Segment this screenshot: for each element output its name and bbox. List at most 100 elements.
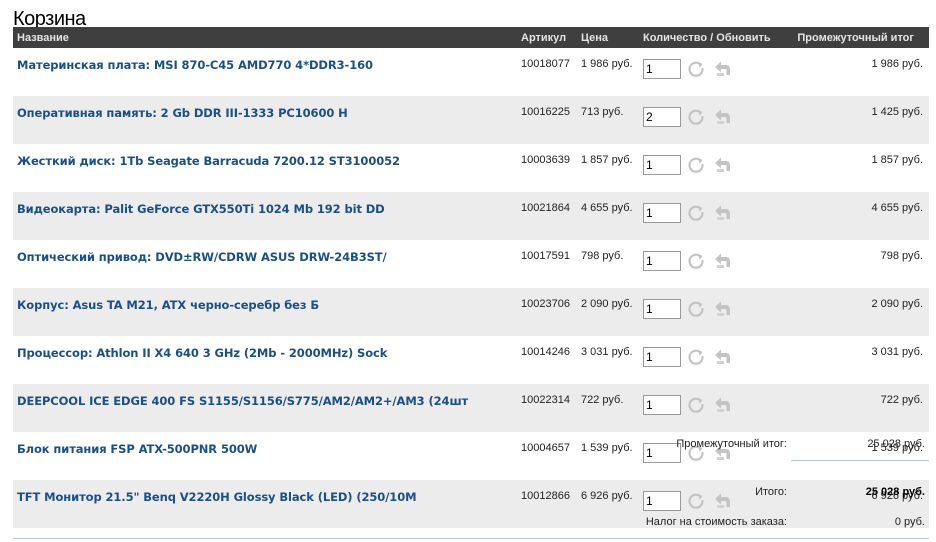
product-link[interactable]: Блок питания FSP ATX-500PNR 500W [17, 442, 521, 456]
product-link[interactable]: Оперативная память: 2 Gb DDR III-1333 PC… [17, 106, 521, 120]
cell-subtotal: 3 031 руб. [871, 346, 923, 358]
refresh-icon[interactable] [685, 394, 707, 416]
cell-sku: 10017591 [521, 250, 570, 262]
quantity-input[interactable] [643, 107, 681, 127]
cell-product: TFT Монитор 21.5" Benq V2220H Glossy Bla… [13, 480, 521, 528]
cell-price: 1 986 руб. [581, 58, 633, 70]
remove-arrow-icon[interactable] [711, 58, 733, 80]
cell-price: 6 926 руб. [581, 480, 643, 528]
cell-sku: 10021864 [521, 192, 581, 240]
cell-sku: 10016225 [521, 96, 581, 144]
cell-subtotal: 1 986 руб. [871, 58, 923, 70]
tax-label: Налог на стоимость заказа: [645, 516, 787, 528]
product-link[interactable]: TFT Монитор 21.5" Benq V2220H Glossy Bla… [17, 490, 521, 504]
table-row: Оперативная память: 2 Gb DDR III-1333 PC… [13, 96, 929, 144]
cell-price: 798 руб. [581, 250, 624, 262]
cell-price: 722 руб. [581, 384, 643, 432]
cell-product: Процессор: Athlon II X4 640 3 GHz (2Mb -… [13, 336, 521, 384]
quantity-input[interactable] [643, 59, 681, 79]
cell-product: DEEPCOOL ICE EDGE 400 FS S1155/S1156/S77… [13, 384, 521, 432]
quantity-input[interactable] [643, 299, 681, 319]
cell-subtotal: 2 090 руб. [791, 288, 929, 336]
quantity-input[interactable] [643, 251, 681, 271]
quantity-input[interactable] [643, 491, 681, 511]
product-link[interactable]: Видеокарта: Palit GeForce GTX550Ti 1024 … [17, 202, 521, 216]
cell-quantity [643, 240, 791, 288]
table-row: Блок питания FSP ATX-500PNR 500W 10004657… [13, 432, 929, 480]
remove-arrow-icon[interactable] [711, 346, 733, 368]
product-link[interactable]: Оптический привод: DVD±RW/CDRW ASUS DRW-… [17, 250, 521, 264]
cell-product: Материнская плата: MSI 870-C45 AMD770 4*… [13, 48, 521, 96]
cart-table: Название Артикул Цена Количество / Обнов… [13, 27, 929, 528]
product-link[interactable]: Процессор: Athlon II X4 640 3 GHz (2Mb -… [17, 346, 521, 360]
refresh-icon[interactable] [685, 154, 707, 176]
total-label: Итого: [755, 486, 787, 498]
refresh-icon[interactable] [685, 202, 707, 224]
header-price: Цена [581, 27, 643, 48]
refresh-icon[interactable] [685, 490, 707, 512]
refresh-icon[interactable] [685, 346, 707, 368]
total-value: 25 028 руб. [865, 486, 925, 498]
cell-quantity [643, 144, 791, 192]
cell-subtotal: 1 857 руб. [871, 154, 923, 166]
quantity-input[interactable] [643, 395, 681, 415]
remove-arrow-icon[interactable] [711, 490, 733, 512]
remove-arrow-icon[interactable] [711, 250, 733, 272]
table-row: TFT Монитор 21.5" Benq V2220H Glossy Bla… [13, 480, 929, 528]
cell-quantity [643, 48, 791, 96]
cell-product: Блок питания FSP ATX-500PNR 500W [13, 432, 521, 480]
cell-product: Корпус: Asus TA M21, ATX черно-серебр бе… [13, 288, 521, 336]
cell-sku: 10004657 [521, 442, 570, 454]
remove-arrow-icon[interactable] [711, 202, 733, 224]
remove-arrow-icon[interactable] [711, 298, 733, 320]
header-quantity: Количество / Обновить [643, 27, 791, 48]
cell-quantity [643, 384, 791, 432]
table-row: Процессор: Athlon II X4 640 3 GHz (2Mb -… [13, 336, 929, 384]
cell-price: 713 руб. [581, 96, 643, 144]
refresh-icon[interactable] [685, 250, 707, 272]
cell-quantity [643, 336, 791, 384]
header-sku: Артикул [521, 27, 581, 48]
quantity-input[interactable] [643, 347, 681, 367]
cell-product: Оптический привод: DVD±RW/CDRW ASUS DRW-… [13, 240, 521, 288]
cell-quantity [643, 288, 791, 336]
cell-product: Оперативная память: 2 Gb DDR III-1333 PC… [13, 96, 521, 144]
refresh-icon[interactable] [685, 298, 707, 320]
cell-price: 2 090 руб. [581, 288, 643, 336]
tax-value: 0 руб. [894, 516, 925, 528]
refresh-icon[interactable] [685, 106, 707, 128]
table-row: Корпус: Asus TA M21, ATX черно-серебр бе… [13, 288, 929, 336]
refresh-icon[interactable] [685, 58, 707, 80]
product-link[interactable]: Материнская плата: MSI 870-C45 AMD770 4*… [17, 58, 521, 72]
cell-sku: 10012866 [521, 480, 581, 528]
subtotal-divider [791, 460, 929, 461]
cell-sku: 10014246 [521, 346, 570, 358]
cell-sku: 10023706 [521, 288, 581, 336]
cell-quantity [643, 96, 791, 144]
remove-arrow-icon[interactable] [711, 106, 733, 128]
product-link[interactable]: Корпус: Asus TA M21, ATX черно-серебр бе… [17, 298, 521, 312]
cell-quantity [643, 192, 791, 240]
table-row: Материнская плата: MSI 870-C45 AMD770 4*… [13, 48, 929, 96]
cell-price: 4 655 руб. [581, 192, 643, 240]
remove-arrow-icon[interactable] [711, 154, 733, 176]
cell-sku: 10022314 [521, 384, 581, 432]
table-row: Видеокарта: Palit GeForce GTX550Ti 1024 … [13, 192, 929, 240]
quantity-input[interactable] [643, 155, 681, 175]
header-name: Название [13, 27, 521, 48]
quantity-input[interactable] [643, 443, 681, 463]
remove-arrow-icon[interactable] [711, 394, 733, 416]
product-link[interactable]: Жесткий диск: 1Tb Seagate Barracuda 7200… [17, 154, 521, 168]
product-link[interactable]: DEEPCOOL ICE EDGE 400 FS S1155/S1156/S77… [17, 394, 521, 408]
quantity-input[interactable] [643, 203, 681, 223]
cell-subtotal: 722 руб. [791, 384, 929, 432]
cell-subtotal: 798 руб. [880, 250, 923, 262]
subtotal-value: 25 028 руб. [867, 438, 925, 450]
cell-subtotal: 1 425 руб. [791, 96, 929, 144]
cell-product: Жесткий диск: 1Tb Seagate Barracuda 7200… [13, 144, 521, 192]
table-row: Оптический привод: DVD±RW/CDRW ASUS DRW-… [13, 240, 929, 288]
subtotal-label: Промежуточный итог: [676, 438, 787, 450]
bottom-divider [13, 538, 929, 539]
cell-sku: 10018077 [521, 58, 570, 70]
cell-subtotal: 4 655 руб. [791, 192, 929, 240]
